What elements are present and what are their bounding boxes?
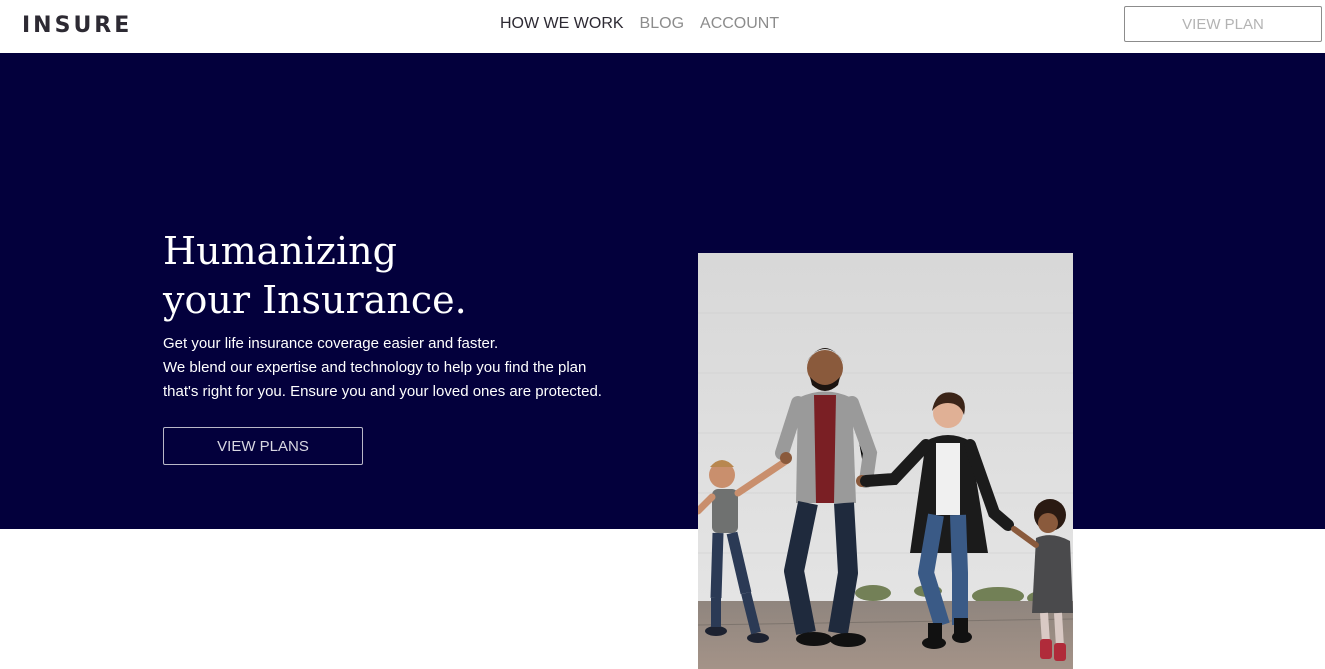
nav-item-how-we-work[interactable]: HOW WE WORK <box>500 15 624 33</box>
view-plans-button[interactable]: VIEW PLANS <box>163 427 363 465</box>
hero-text-line-1: Get your life insurance coverage easier … <box>163 335 499 352</box>
hero-title-line-1: Humanizing <box>163 229 397 273</box>
hero-title-line-2: your Insurance. <box>163 278 467 322</box>
page: INSURE HOW WE WORK BLOG ACCOUNT VIEW PLA… <box>0 0 1325 669</box>
hero-section: Humanizing your Insurance. Get your life… <box>0 53 1325 529</box>
family-photo <box>698 253 1073 669</box>
hero-title: Humanizing your Insurance. <box>163 227 583 325</box>
hero-description: Get your life insurance coverage easier … <box>163 332 643 404</box>
site-header: INSURE HOW WE WORK BLOG ACCOUNT VIEW PLA… <box>0 0 1325 53</box>
logo[interactable]: INSURE <box>22 13 132 38</box>
nav-item-blog[interactable]: BLOG <box>640 15 684 33</box>
view-plan-button[interactable]: VIEW PLAN <box>1124 6 1322 42</box>
hero-text-line-2: We blend our expertise and technology to… <box>163 359 587 376</box>
main-nav: HOW WE WORK BLOG ACCOUNT <box>500 15 779 33</box>
hero-text-line-3: that's right for you. Ensure you and you… <box>163 383 602 400</box>
nav-item-account[interactable]: ACCOUNT <box>700 15 779 33</box>
